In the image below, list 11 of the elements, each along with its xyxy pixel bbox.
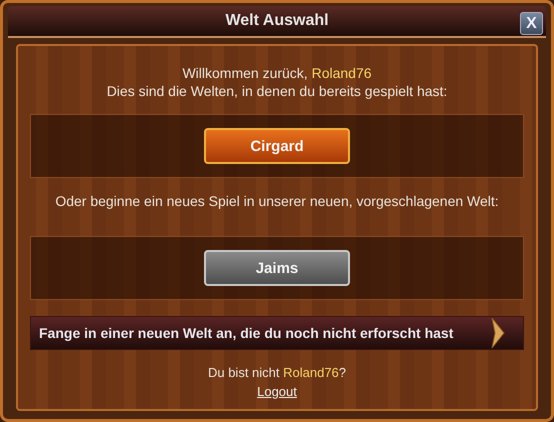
new-world-button[interactable]: Fange in einer neuen Welt an, die du noch nicht erforscht hast (30, 316, 524, 350)
logout-link[interactable]: Logout (257, 384, 297, 399)
window-title: Welt Auswahl (225, 12, 329, 30)
close-button[interactable]: X (520, 12, 543, 35)
world-button[interactable]: Jaims (204, 250, 350, 286)
worlds-intro-text: Dies sind die Welten, in denen du bereits gespielt hast: (106, 82, 448, 100)
world-button[interactable]: Cirgard (204, 128, 350, 164)
not-you-text: Du bist nicht Roland76? (208, 364, 346, 382)
suggestion-text: Oder beginne ein neues Spiel in unserer neuen, vorgeschlagenen Welt: (55, 192, 499, 210)
welcome-text: Willkommen zurück, Roland76 (182, 64, 372, 82)
arrow-icon (491, 318, 505, 348)
